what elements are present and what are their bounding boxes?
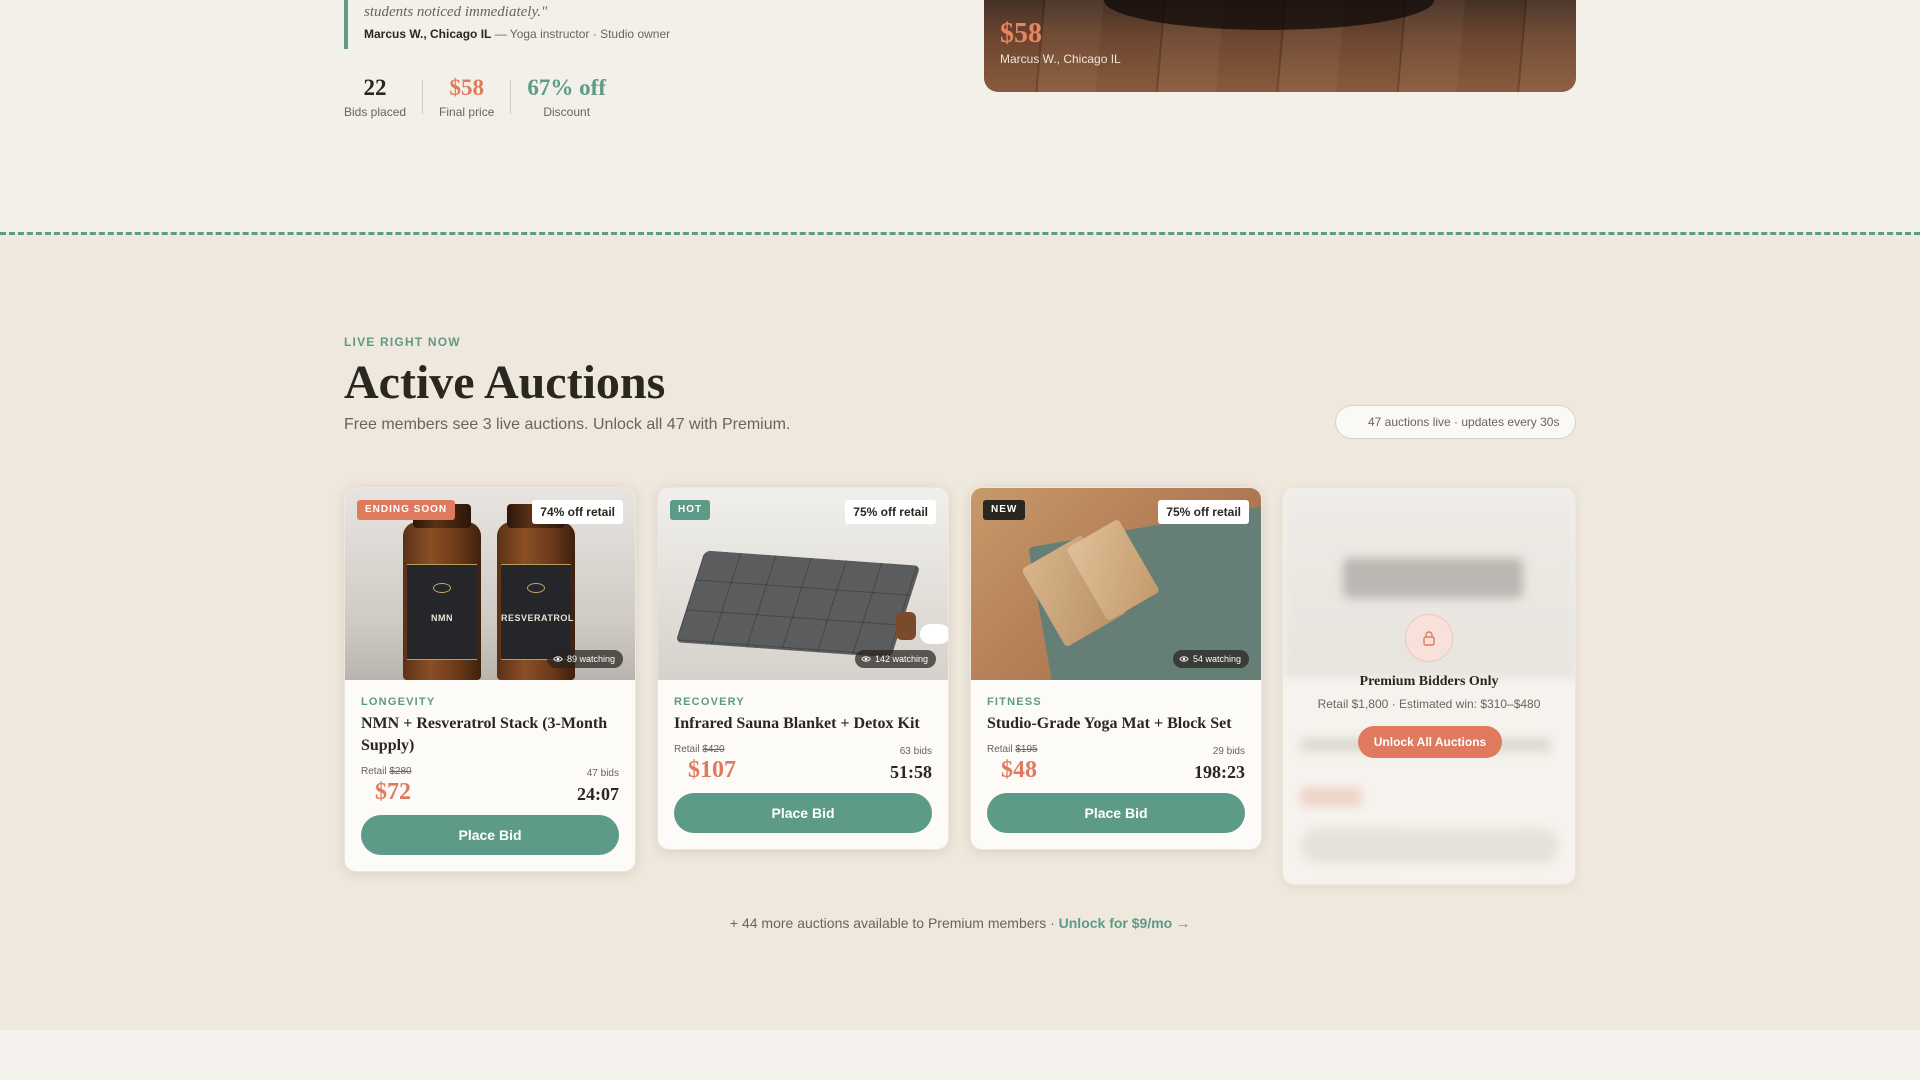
price-row: Retail $420 $107 63 bids 51:58 bbox=[674, 744, 932, 783]
product-image: HOT 75% off retail 142 watching bbox=[658, 488, 948, 680]
product-category: RECOVERY bbox=[674, 696, 745, 708]
timer-col: 47 bids 24:07 bbox=[577, 768, 619, 805]
price-row: Retail $280 $72 47 bids 24:07 bbox=[361, 766, 619, 805]
countdown-timer: 198:23 bbox=[1194, 762, 1245, 782]
auction-card-yoga[interactable]: NEW 75% off retail 54 watching FITNESS S… bbox=[970, 487, 1262, 850]
testimonial-section: students noticed immediately." Marcus W.… bbox=[0, 0, 1920, 232]
lock-badge bbox=[1405, 614, 1453, 662]
stat-value: $58 bbox=[449, 75, 484, 100]
detox-bottle bbox=[896, 612, 916, 640]
product-category: FITNESS bbox=[987, 696, 1042, 708]
status-badge: HOT bbox=[670, 500, 711, 520]
auction-card-nmn[interactable]: NMN RESVERATROL ENDING SOON 74% off reta… bbox=[344, 487, 636, 872]
lock-icon bbox=[1423, 631, 1435, 646]
place-bid-button[interactable]: Place Bid bbox=[674, 793, 932, 833]
stat-discount: 67% off Discount bbox=[511, 74, 622, 119]
stat-label: Final price bbox=[439, 105, 495, 119]
more-auctions-text: + 44 more auctions available to Premium … bbox=[729, 915, 1059, 931]
unlock-all-auctions-button[interactable]: Unlock All Auctions bbox=[1358, 726, 1502, 758]
timer-col: 29 bids 198:23 bbox=[1194, 746, 1245, 783]
active-auctions-section: LIVE RIGHT NOW Active Auctions Free memb… bbox=[0, 232, 1920, 1030]
price-col: Retail $195 $48 bbox=[987, 744, 1038, 783]
countdown-timer: 24:07 bbox=[577, 784, 619, 804]
eye-icon bbox=[553, 656, 563, 662]
nmn-bottle: NMN bbox=[403, 504, 481, 680]
testimonial-quote: students noticed immediately." Marcus W.… bbox=[344, 0, 670, 49]
discount-badge: 75% off retail bbox=[845, 500, 936, 524]
product-title[interactable]: NMN + Resveratrol Stack (3-Month Supply) bbox=[361, 713, 619, 757]
stat-bids: 22 Bids placed bbox=[344, 74, 422, 119]
testimonial-image: $58 Marcus W., Chicago IL bbox=[984, 0, 1576, 92]
current-price: $72 bbox=[375, 779, 411, 805]
eye-icon bbox=[1179, 656, 1189, 662]
live-dot bbox=[1352, 419, 1359, 426]
image-price: $58 bbox=[1000, 18, 1042, 49]
locked-subtitle: Retail $1,800 · Estimated win: $310–$480 bbox=[1317, 697, 1541, 711]
card-body: RECOVERY Infrared Sauna Blanket + Detox … bbox=[658, 680, 948, 849]
watching-text: 89 watching bbox=[566, 654, 615, 664]
watching-count: 54 watching bbox=[1172, 650, 1249, 668]
bid-count: 29 bids bbox=[1212, 746, 1245, 757]
bottle-label: NMN bbox=[431, 613, 453, 623]
towel-roll bbox=[920, 624, 948, 644]
author-name: Marcus W., Chicago IL bbox=[364, 27, 492, 41]
stat-value: 67% off bbox=[527, 75, 606, 100]
product-title[interactable]: Infrared Sauna Blanket + Detox Kit bbox=[674, 713, 932, 735]
watching-count: 89 watching bbox=[546, 650, 623, 668]
stat-label: Bids placed bbox=[344, 105, 407, 119]
timer-col: 63 bids 51:58 bbox=[890, 746, 932, 783]
product-image: NMN RESVERATROL ENDING SOON 74% off reta… bbox=[345, 488, 635, 680]
locked-title: Premium Bidders Only bbox=[1359, 674, 1499, 689]
product-title[interactable]: Studio-Grade Yoga Mat + Block Set bbox=[987, 713, 1245, 735]
status-badge: NEW bbox=[983, 500, 1026, 520]
card-body: LONGEVITY NMN + Resveratrol Stack (3-Mon… bbox=[345, 680, 635, 871]
retail-price: Retail $195 bbox=[987, 744, 1038, 755]
next-section-strip bbox=[0, 1030, 1920, 1080]
product-category: LONGEVITY bbox=[361, 696, 436, 708]
price-col: Retail $280 $72 bbox=[361, 766, 412, 805]
stat-final-price: $58 Final price bbox=[423, 74, 510, 119]
live-status-pill: 47 auctions live · updates every 30s bbox=[1335, 405, 1577, 439]
section-subtitle: Free members see 3 live auctions. Unlock… bbox=[344, 416, 791, 433]
discount-badge: 75% off retail bbox=[1158, 500, 1249, 524]
bid-count: 47 bids bbox=[586, 768, 619, 779]
stat-value: 22 bbox=[363, 75, 387, 100]
stat-label: Discount bbox=[543, 105, 591, 119]
retail-value: $195 bbox=[1015, 744, 1038, 755]
retail-price: Retail $420 bbox=[674, 744, 725, 755]
premium-locked-card[interactable]: Premium Bidders Only Retail $1,800 · Est… bbox=[1282, 487, 1576, 885]
current-price: $48 bbox=[1001, 757, 1037, 783]
price-row: Retail $195 $48 29 bids 198:23 bbox=[987, 744, 1245, 783]
watching-count: 142 watching bbox=[854, 650, 936, 668]
bid-count: 63 bids bbox=[899, 746, 932, 757]
watching-text: 142 watching bbox=[874, 654, 928, 664]
retail-price: Retail $280 bbox=[361, 766, 412, 777]
retail-value: $420 bbox=[702, 744, 725, 755]
status-badge: ENDING SOON bbox=[357, 500, 456, 520]
unlock-premium-link[interactable]: Unlock for $9/mo → bbox=[1059, 915, 1190, 931]
place-bid-button[interactable]: Place Bid bbox=[987, 793, 1245, 833]
quote-author: Marcus W., Chicago IL — Yoga instructor … bbox=[364, 27, 670, 41]
quote-text: students noticed immediately." bbox=[364, 4, 548, 20]
author-meta: — Yoga instructor · Studio owner bbox=[491, 27, 671, 41]
image-caption: Marcus W., Chicago IL bbox=[1000, 52, 1121, 66]
place-bid-button[interactable]: Place Bid bbox=[361, 815, 619, 855]
testimonial-stats: 22 Bids placed $58 Final price 67% off D… bbox=[344, 74, 622, 119]
price-col: Retail $420 $107 bbox=[674, 744, 736, 783]
countdown-timer: 51:58 bbox=[890, 762, 932, 782]
eye-icon bbox=[861, 656, 871, 662]
live-status-text: 47 auctions live · updates every 30s bbox=[1368, 415, 1560, 429]
current-price: $107 bbox=[688, 757, 736, 783]
auction-card-sauna[interactable]: HOT 75% off retail 142 watching RECOVERY… bbox=[657, 487, 949, 850]
retail-value: $280 bbox=[389, 766, 412, 777]
discount-badge: 74% off retail bbox=[532, 500, 623, 524]
section-eyebrow: LIVE RIGHT NOW bbox=[344, 335, 461, 349]
watching-text: 54 watching bbox=[1192, 654, 1241, 664]
more-auctions-note: + 44 more auctions available to Premium … bbox=[0, 915, 1920, 931]
bottle-label: RESVERATROL bbox=[501, 613, 574, 623]
sauna-blanket bbox=[675, 550, 921, 658]
product-image: NEW 75% off retail 54 watching bbox=[971, 488, 1261, 680]
card-body: FITNESS Studio-Grade Yoga Mat + Block Se… bbox=[971, 680, 1261, 849]
section-title: Active Auctions bbox=[344, 356, 666, 409]
